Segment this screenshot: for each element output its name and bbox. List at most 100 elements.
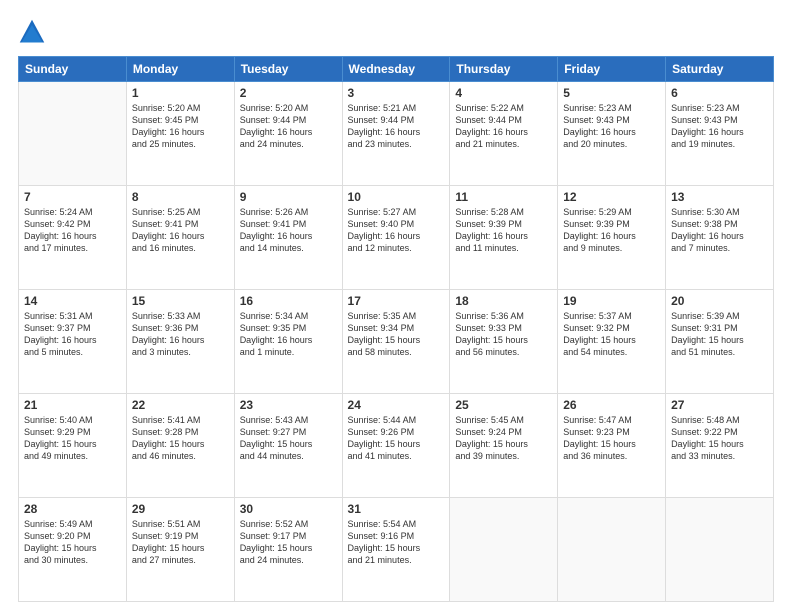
calendar-cell: 24 Sunrise: 5:44 AM Sunset: 9:26 PM Dayli… <box>342 394 450 498</box>
day-info: Sunrise: 5:21 AM Sunset: 9:44 PM Dayligh… <box>348 102 445 151</box>
day-info: Sunrise: 5:28 AM Sunset: 9:39 PM Dayligh… <box>455 206 552 255</box>
logo <box>18 18 50 46</box>
day-number: 17 <box>348 294 445 308</box>
calendar-week-row: 21 Sunrise: 5:40 AM Sunset: 9:29 PM Dayli… <box>19 394 774 498</box>
day-info: Sunrise: 5:36 AM Sunset: 9:33 PM Dayligh… <box>455 310 552 359</box>
day-number: 9 <box>240 190 337 204</box>
calendar-cell: 17 Sunrise: 5:35 AM Sunset: 9:34 PM Dayli… <box>342 290 450 394</box>
day-info: Sunrise: 5:37 AM Sunset: 9:32 PM Dayligh… <box>563 310 660 359</box>
day-info: Sunrise: 5:41 AM Sunset: 9:28 PM Dayligh… <box>132 414 229 463</box>
calendar-day-header: Saturday <box>666 57 774 82</box>
day-info: Sunrise: 5:43 AM Sunset: 9:27 PM Dayligh… <box>240 414 337 463</box>
day-info: Sunrise: 5:22 AM Sunset: 9:44 PM Dayligh… <box>455 102 552 151</box>
day-info: Sunrise: 5:44 AM Sunset: 9:26 PM Dayligh… <box>348 414 445 463</box>
calendar-cell: 23 Sunrise: 5:43 AM Sunset: 9:27 PM Dayli… <box>234 394 342 498</box>
day-number: 25 <box>455 398 552 412</box>
day-info: Sunrise: 5:24 AM Sunset: 9:42 PM Dayligh… <box>24 206 121 255</box>
day-number: 8 <box>132 190 229 204</box>
calendar-week-row: 28Sunrise: 5:49 AM Sunset: 9:20 PM Dayli… <box>19 498 774 602</box>
day-number: 18 <box>455 294 552 308</box>
calendar-week-row: 1Sunrise: 5:20 AM Sunset: 9:45 PM Daylig… <box>19 82 774 186</box>
day-number: 14 <box>24 294 121 308</box>
calendar-cell: 7 Sunrise: 5:24 AM Sunset: 9:42 PM Daylig… <box>19 186 127 290</box>
calendar-cell: 21 Sunrise: 5:40 AM Sunset: 9:29 PM Dayli… <box>19 394 127 498</box>
day-number: 2 <box>240 86 337 100</box>
calendar-cell <box>558 498 666 602</box>
day-info: Sunrise: 5:33 AM Sunset: 9:36 PM Dayligh… <box>132 310 229 359</box>
day-info: Sunrise: 5:45 AM Sunset: 9:24 PM Dayligh… <box>455 414 552 463</box>
calendar-day-header: Thursday <box>450 57 558 82</box>
day-number: 13 <box>671 190 768 204</box>
calendar-cell: 5 Sunrise: 5:23 AM Sunset: 9:43 PM Daylig… <box>558 82 666 186</box>
day-info: Sunrise: 5:39 AM Sunset: 9:31 PM Dayligh… <box>671 310 768 359</box>
calendar-day-header: Sunday <box>19 57 127 82</box>
calendar-week-row: 14 Sunrise: 5:31 AM Sunset: 9:37 PM Dayli… <box>19 290 774 394</box>
calendar-cell: 9 Sunrise: 5:26 AM Sunset: 9:41 PM Daylig… <box>234 186 342 290</box>
day-info: Sunrise: 5:27 AM Sunset: 9:40 PM Dayligh… <box>348 206 445 255</box>
calendar-day-header: Friday <box>558 57 666 82</box>
day-info: Sunrise: 5:29 AM Sunset: 9:39 PM Dayligh… <box>563 206 660 255</box>
day-number: 28 <box>24 502 121 516</box>
day-number: 15 <box>132 294 229 308</box>
calendar-cell: 8 Sunrise: 5:25 AM Sunset: 9:41 PM Daylig… <box>126 186 234 290</box>
calendar-cell <box>666 498 774 602</box>
day-info: Sunrise: 5:51 AM Sunset: 9:19 PM Dayligh… <box>132 518 229 567</box>
day-info: Sunrise: 5:34 AM Sunset: 9:35 PM Dayligh… <box>240 310 337 359</box>
calendar-cell: 1Sunrise: 5:20 AM Sunset: 9:45 PM Daylig… <box>126 82 234 186</box>
logo-icon <box>18 18 46 46</box>
calendar-cell: 6Sunrise: 5:23 AM Sunset: 9:43 PM Daylig… <box>666 82 774 186</box>
day-number: 1 <box>132 86 229 100</box>
day-info: Sunrise: 5:26 AM Sunset: 9:41 PM Dayligh… <box>240 206 337 255</box>
day-number: 19 <box>563 294 660 308</box>
calendar-cell: 31 Sunrise: 5:54 AM Sunset: 9:16 PM Dayli… <box>342 498 450 602</box>
day-number: 23 <box>240 398 337 412</box>
day-number: 11 <box>455 190 552 204</box>
day-info: Sunrise: 5:54 AM Sunset: 9:16 PM Dayligh… <box>348 518 445 567</box>
calendar-cell: 26 Sunrise: 5:47 AM Sunset: 9:23 PM Dayli… <box>558 394 666 498</box>
day-number: 26 <box>563 398 660 412</box>
day-info: Sunrise: 5:20 AM Sunset: 9:44 PM Dayligh… <box>240 102 337 151</box>
day-number: 24 <box>348 398 445 412</box>
day-info: Sunrise: 5:30 AM Sunset: 9:38 PM Dayligh… <box>671 206 768 255</box>
header <box>18 18 774 46</box>
day-info: Sunrise: 5:47 AM Sunset: 9:23 PM Dayligh… <box>563 414 660 463</box>
calendar-cell <box>450 498 558 602</box>
day-number: 7 <box>24 190 121 204</box>
calendar-cell: 19 Sunrise: 5:37 AM Sunset: 9:32 PM Dayli… <box>558 290 666 394</box>
day-info: Sunrise: 5:35 AM Sunset: 9:34 PM Dayligh… <box>348 310 445 359</box>
calendar-cell: 29 Sunrise: 5:51 AM Sunset: 9:19 PM Dayli… <box>126 498 234 602</box>
day-info: Sunrise: 5:40 AM Sunset: 9:29 PM Dayligh… <box>24 414 121 463</box>
day-info: Sunrise: 5:25 AM Sunset: 9:41 PM Dayligh… <box>132 206 229 255</box>
calendar-cell: 27Sunrise: 5:48 AM Sunset: 9:22 PM Dayli… <box>666 394 774 498</box>
day-number: 4 <box>455 86 552 100</box>
calendar-cell: 11 Sunrise: 5:28 AM Sunset: 9:39 PM Dayli… <box>450 186 558 290</box>
day-number: 30 <box>240 502 337 516</box>
calendar-cell <box>19 82 127 186</box>
calendar-cell: 18 Sunrise: 5:36 AM Sunset: 9:33 PM Dayli… <box>450 290 558 394</box>
day-number: 3 <box>348 86 445 100</box>
day-number: 22 <box>132 398 229 412</box>
day-number: 21 <box>24 398 121 412</box>
calendar-cell: 16 Sunrise: 5:34 AM Sunset: 9:35 PM Dayli… <box>234 290 342 394</box>
day-number: 29 <box>132 502 229 516</box>
day-number: 5 <box>563 86 660 100</box>
calendar-cell: 14 Sunrise: 5:31 AM Sunset: 9:37 PM Dayli… <box>19 290 127 394</box>
calendar-table: SundayMondayTuesdayWednesdayThursdayFrid… <box>18 56 774 602</box>
day-number: 16 <box>240 294 337 308</box>
day-info: Sunrise: 5:48 AM Sunset: 9:22 PM Dayligh… <box>671 414 768 463</box>
calendar-cell: 25 Sunrise: 5:45 AM Sunset: 9:24 PM Dayli… <box>450 394 558 498</box>
calendar-cell: 30 Sunrise: 5:52 AM Sunset: 9:17 PM Dayli… <box>234 498 342 602</box>
day-number: 31 <box>348 502 445 516</box>
day-info: Sunrise: 5:23 AM Sunset: 9:43 PM Dayligh… <box>563 102 660 151</box>
day-number: 20 <box>671 294 768 308</box>
calendar-day-header: Tuesday <box>234 57 342 82</box>
calendar-day-header: Monday <box>126 57 234 82</box>
day-info: Sunrise: 5:31 AM Sunset: 9:37 PM Dayligh… <box>24 310 121 359</box>
day-info: Sunrise: 5:52 AM Sunset: 9:17 PM Dayligh… <box>240 518 337 567</box>
calendar-cell: 10 Sunrise: 5:27 AM Sunset: 9:40 PM Dayli… <box>342 186 450 290</box>
calendar-cell: 4 Sunrise: 5:22 AM Sunset: 9:44 PM Daylig… <box>450 82 558 186</box>
calendar-cell: 12Sunrise: 5:29 AM Sunset: 9:39 PM Dayli… <box>558 186 666 290</box>
calendar-day-header: Wednesday <box>342 57 450 82</box>
page: SundayMondayTuesdayWednesdayThursdayFrid… <box>0 0 792 612</box>
day-number: 10 <box>348 190 445 204</box>
